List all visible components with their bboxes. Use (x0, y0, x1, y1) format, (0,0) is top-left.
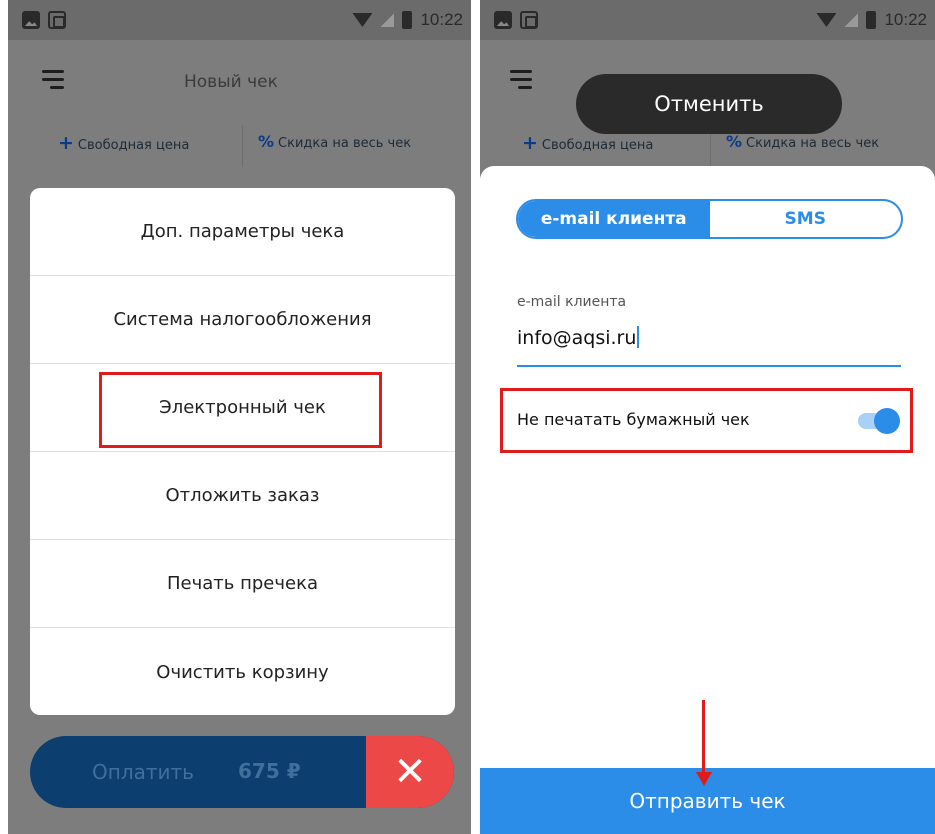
close-icon[interactable]: ✕ (366, 736, 454, 808)
delivery-method-toggle: e-mail клиента SMS (516, 199, 903, 239)
percent-icon: % (258, 132, 275, 151)
arrow-down-icon (696, 772, 712, 786)
wifi-icon (352, 13, 373, 27)
percent-icon: % (726, 132, 743, 151)
tab-sms[interactable]: SMS (710, 201, 902, 237)
plus-icon: + (58, 132, 74, 154)
switch-thumb (874, 408, 900, 434)
menu-item-clear-cart[interactable]: Очистить корзину (30, 628, 455, 715)
no-signal-icon (844, 13, 859, 27)
toolbar: + Свободная цена % Скидка на весь чек (8, 120, 471, 172)
wifi-icon (816, 13, 837, 27)
tab-email[interactable]: e-mail клиента (518, 201, 710, 237)
email-field[interactable]: info@aqsi.ru (517, 326, 640, 349)
text-caret (637, 326, 640, 348)
menu-item-postpone-order[interactable]: Отложить заказ (30, 452, 455, 540)
email-field-underline (517, 365, 901, 367)
photo-icon (22, 11, 40, 29)
photo-icon (494, 11, 512, 29)
cancel-toast-button[interactable]: Отменить (576, 74, 842, 134)
menu-item-electronic-receipt[interactable]: Электронный чек (30, 364, 455, 452)
discount-button[interactable]: % Скидка на весь чек (258, 132, 411, 151)
discount-label: Скидка на весь чек (278, 136, 412, 151)
email-field-label: e-mail клиента (517, 294, 627, 310)
discount-button[interactable]: % Скидка на весь чек (726, 132, 879, 151)
status-time: 10:22 (420, 10, 463, 29)
free-price-button[interactable]: + Свободная цена (522, 132, 653, 154)
free-price-button[interactable]: + Свободная цена (58, 132, 189, 154)
battery-icon (402, 11, 413, 29)
receipt-options-menu: Доп. параметры чека Система налогообложе… (30, 188, 455, 715)
free-price-label: Свободная цена (77, 138, 190, 153)
pay-button[interactable]: Оплатить 675 ₽ ✕ (30, 736, 454, 808)
status-bar-right: 10:22 (352, 8, 463, 32)
status-time: 10:22 (884, 10, 927, 29)
left-screen: 10:22 Новый чек + Свободная цена % Скидка … (8, 0, 471, 834)
pay-label: Оплатить (92, 760, 194, 784)
email-field-value: info@aqsi.ru (517, 327, 637, 349)
sim-icon (48, 11, 66, 29)
pay-amount: 675 ₽ (238, 759, 301, 783)
annotation-arrow (702, 700, 705, 778)
no-paper-receipt-label: Не печатать бумажный чек (517, 410, 750, 429)
plus-icon: + (522, 132, 538, 154)
status-bar-right: 10:22 (816, 8, 927, 32)
hamburger-menu-icon[interactable] (42, 70, 64, 90)
right-screen: 10:22 + Свободная цена % Скидка на весь че… (480, 0, 935, 834)
hamburger-menu-icon[interactable] (510, 70, 532, 90)
page-title: Новый чек (184, 72, 278, 92)
toolbar-divider (242, 125, 243, 167)
status-bar: 10:22 (8, 0, 471, 40)
electronic-receipt-sheet: e-mail клиента SMS e-mail клиента info@a… (480, 166, 935, 834)
free-price-label: Свободная цена (541, 138, 654, 153)
battery-icon (866, 11, 877, 29)
no-paper-receipt-switch[interactable] (856, 406, 902, 436)
menu-item-tax-system[interactable]: Система налогообложения (30, 276, 455, 364)
discount-label: Скидка на весь чек (746, 136, 880, 151)
menu-item-print-precheck[interactable]: Печать пречека (30, 540, 455, 628)
menu-item-extra-params[interactable]: Доп. параметры чека (30, 188, 455, 276)
no-signal-icon (380, 13, 395, 27)
sim-icon (520, 11, 538, 29)
status-bar: 10:22 (480, 0, 935, 40)
